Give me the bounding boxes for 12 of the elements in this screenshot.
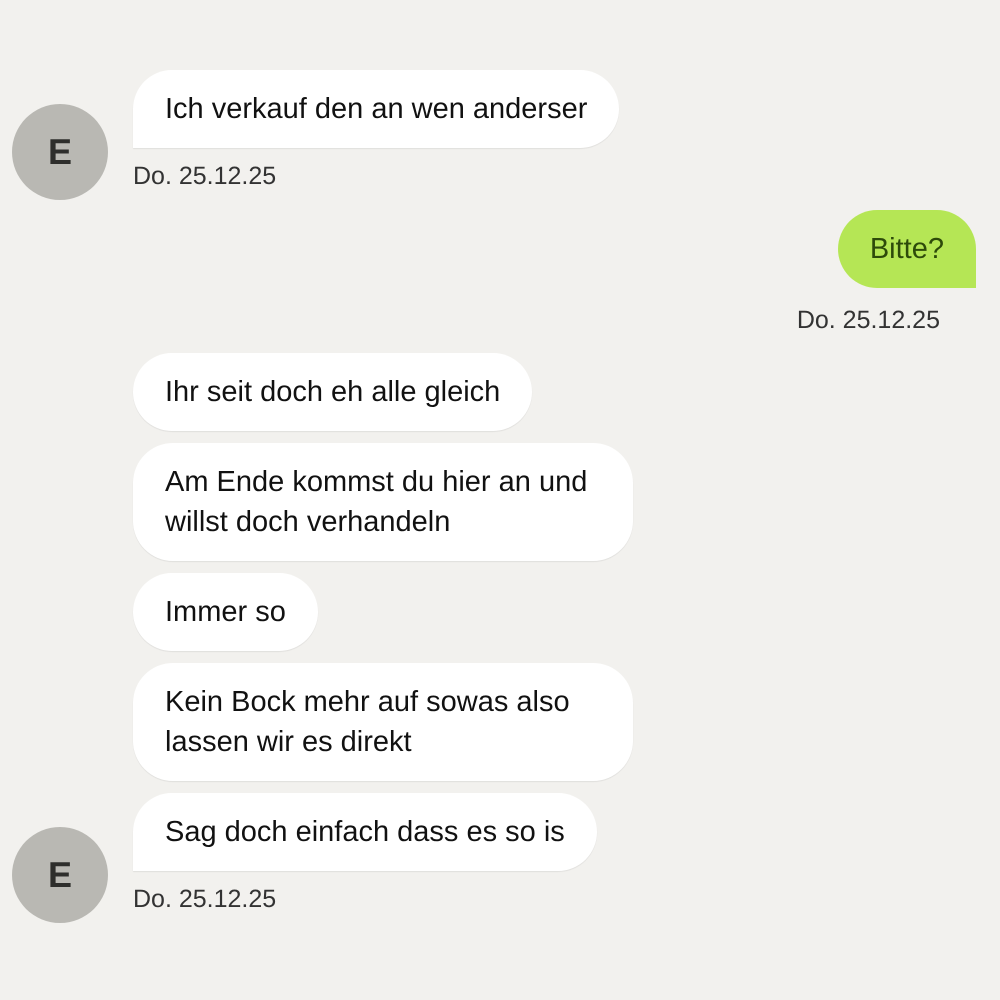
message-time: Do. 25.12.25 [133,884,276,915]
message-time: Do. 25.12.25 [796,304,940,336]
message-bubble: Immer so [133,573,318,651]
message-bubble: Ich verkauf den an wen anderser [133,70,620,148]
message-bubble: Kein Bock mehr auf sowas also lassen wir es direkt [133,663,633,781]
message-bubble: Sag doch einfach dass es so is [133,793,597,871]
avatar: E [12,104,108,200]
message-bubble: Ihr seit doch eh alle gleich [133,353,532,431]
avatar: E [12,826,108,922]
message-bubble: Bitte? [838,210,976,288]
message-time: Do. 25.12.25 [133,161,276,192]
message-bubble: Am Ende kommst du hier an und willst doch verhandeln [133,443,633,561]
